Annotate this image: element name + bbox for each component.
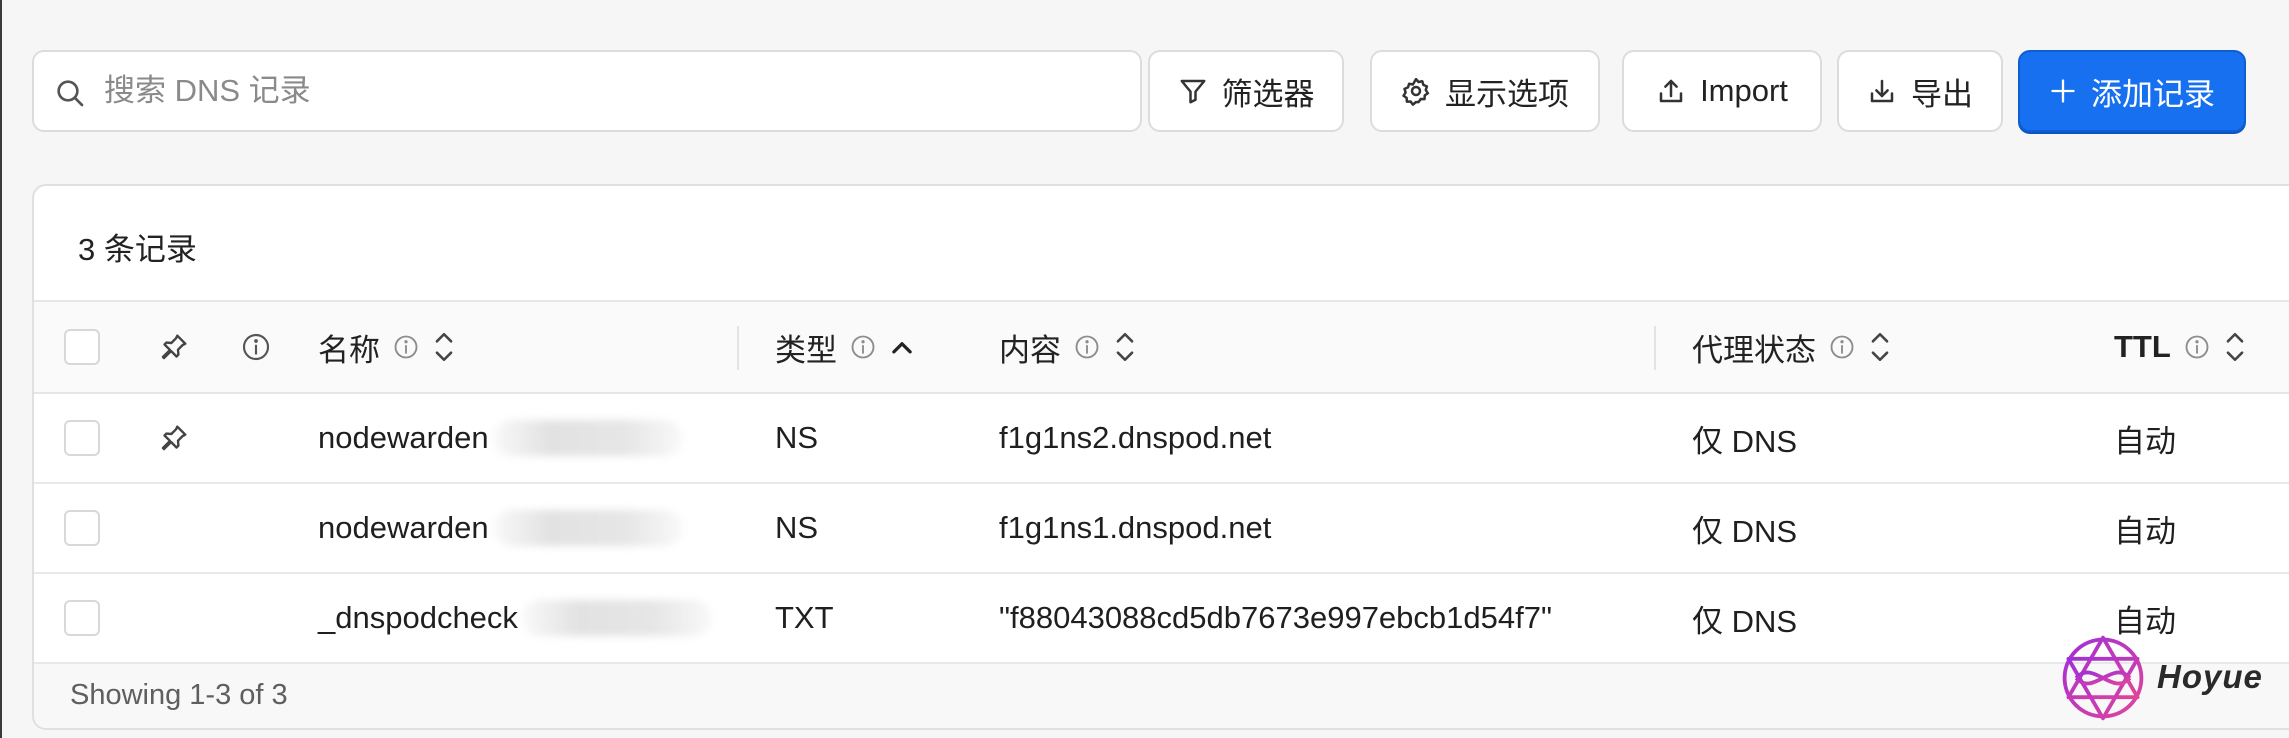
record-name: nodewarden bbox=[318, 510, 489, 545]
add-record-label: 添加记录 bbox=[2091, 76, 2215, 112]
column-header-ttl[interactable]: TTL bbox=[2114, 302, 2247, 392]
row-checkbox[interactable] bbox=[64, 600, 100, 636]
content-info-icon[interactable] bbox=[1073, 333, 1101, 361]
column-header-type[interactable]: 类型 bbox=[775, 302, 915, 392]
select-all-checkbox[interactable] bbox=[64, 329, 100, 365]
row-checkbox[interactable] bbox=[64, 510, 100, 546]
pagination-summary: Showing 1-3 of 3 bbox=[70, 679, 288, 711]
display-options-label: 显示选项 bbox=[1445, 76, 1569, 112]
ttl-info-icon[interactable] bbox=[2183, 333, 2211, 361]
export-button[interactable]: 导出 bbox=[1837, 50, 2003, 132]
pin-icon bbox=[161, 334, 187, 360]
redacted-domain bbox=[521, 600, 712, 636]
dns-records-card: 3 条记录 名称 类型 内容 代理状态 TTL nodewarden NS f1… bbox=[32, 184, 2289, 730]
record-ttl: 自动 bbox=[2114, 513, 2176, 549]
filter-icon bbox=[1180, 79, 1205, 104]
record-proxy-status: 仅 DNS bbox=[1692, 603, 1798, 639]
window-edge bbox=[0, 0, 2, 738]
row-select-cell bbox=[64, 394, 100, 482]
pin-icon[interactable] bbox=[158, 422, 190, 454]
record-content: f1g1ns2.dnspod.net bbox=[999, 420, 1272, 455]
redacted-domain bbox=[492, 510, 683, 546]
record-name-cell: _dnspodcheck bbox=[318, 574, 712, 662]
record-content: f1g1ns1.dnspod.net bbox=[999, 510, 1272, 545]
column-divider[interactable] bbox=[737, 326, 739, 370]
column-header-type-label: 类型 bbox=[775, 332, 837, 368]
table-row[interactable]: nodewarden NS f1g1ns2.dnspod.net 仅 DNS 自… bbox=[34, 394, 2289, 484]
proxy-status-info-icon[interactable] bbox=[1828, 333, 1856, 361]
search-input[interactable] bbox=[104, 68, 1104, 114]
record-name: _dnspodcheck bbox=[318, 600, 518, 635]
import-button-label: Import bbox=[1700, 73, 1788, 108]
column-header-proxy-status[interactable]: 代理状态 bbox=[1692, 302, 1892, 392]
hoyue-logo-icon bbox=[2062, 635, 2144, 721]
row-checkbox[interactable] bbox=[64, 420, 100, 456]
info-icon bbox=[242, 333, 270, 361]
record-name-cell: nodewarden bbox=[318, 394, 683, 482]
record-name: nodewarden bbox=[318, 420, 489, 455]
download-icon bbox=[1870, 79, 1894, 103]
select-all-cell bbox=[64, 302, 100, 392]
column-header-content-label: 内容 bbox=[999, 332, 1061, 368]
search-box[interactable] bbox=[32, 50, 1142, 132]
import-button[interactable]: Import bbox=[1622, 50, 1822, 132]
filter-button[interactable]: 筛选器 bbox=[1148, 50, 1344, 132]
column-header-content[interactable]: 内容 bbox=[999, 302, 1137, 392]
column-divider[interactable] bbox=[1654, 326, 1656, 370]
watermark-text: Hoyue bbox=[2157, 658, 2263, 695]
sort-both-icon[interactable] bbox=[2223, 330, 2247, 364]
column-header-name-label: 名称 bbox=[318, 332, 380, 368]
sort-both-icon[interactable] bbox=[432, 330, 456, 364]
records-count: 3 条记录 bbox=[78, 232, 197, 267]
type-info-icon[interactable] bbox=[849, 333, 877, 361]
table-row[interactable]: _dnspodcheck TXT "f88043088cd5db7673e997… bbox=[34, 574, 2289, 664]
watermark: Hoyue bbox=[2055, 630, 2262, 730]
table-row[interactable]: nodewarden NS f1g1ns1.dnspod.net 仅 DNS 自… bbox=[34, 484, 2289, 574]
column-header-name[interactable]: 名称 bbox=[318, 302, 456, 392]
plus-icon bbox=[2051, 79, 2075, 103]
record-proxy-status: 仅 DNS bbox=[1692, 513, 1798, 549]
dns-records-table: 名称 类型 内容 代理状态 TTL nodewarden NS f1g1ns2.… bbox=[34, 300, 2289, 664]
record-type: NS bbox=[775, 420, 819, 455]
export-button-label: 导出 bbox=[1911, 76, 1973, 112]
pin-column-header bbox=[158, 302, 190, 392]
column-header-ttl-label: TTL bbox=[2114, 329, 2171, 364]
display-options-button[interactable]: 显示选项 bbox=[1370, 50, 1600, 132]
row-pin-cell bbox=[158, 394, 190, 482]
record-content: "f88043088cd5db7673e997ebcb1d54f7" bbox=[999, 600, 1552, 635]
record-proxy-status: 仅 DNS bbox=[1692, 423, 1798, 459]
sort-both-icon[interactable] bbox=[1868, 330, 1892, 364]
redacted-domain bbox=[492, 420, 683, 456]
sort-ascending-icon[interactable] bbox=[889, 334, 915, 360]
filter-button-label: 筛选器 bbox=[1221, 76, 1315, 112]
sort-both-icon[interactable] bbox=[1113, 330, 1137, 364]
record-name-cell: nodewarden bbox=[318, 484, 683, 572]
name-info-icon[interactable] bbox=[392, 333, 420, 361]
row-select-cell bbox=[64, 574, 100, 662]
search-icon bbox=[57, 80, 84, 107]
column-header-proxy-status-label: 代理状态 bbox=[1692, 332, 1816, 368]
row-select-cell bbox=[64, 484, 100, 572]
upload-icon bbox=[1659, 79, 1683, 103]
info-column-header bbox=[240, 302, 272, 392]
add-record-button[interactable]: 添加记录 bbox=[2018, 50, 2246, 132]
record-type: NS bbox=[775, 510, 819, 545]
gear-icon bbox=[1402, 77, 1430, 106]
record-ttl: 自动 bbox=[2114, 423, 2176, 459]
table-header: 名称 类型 内容 代理状态 TTL bbox=[34, 300, 2289, 394]
record-type: TXT bbox=[775, 600, 834, 635]
table-footer: Showing 1-3 of 3 bbox=[34, 664, 2289, 728]
